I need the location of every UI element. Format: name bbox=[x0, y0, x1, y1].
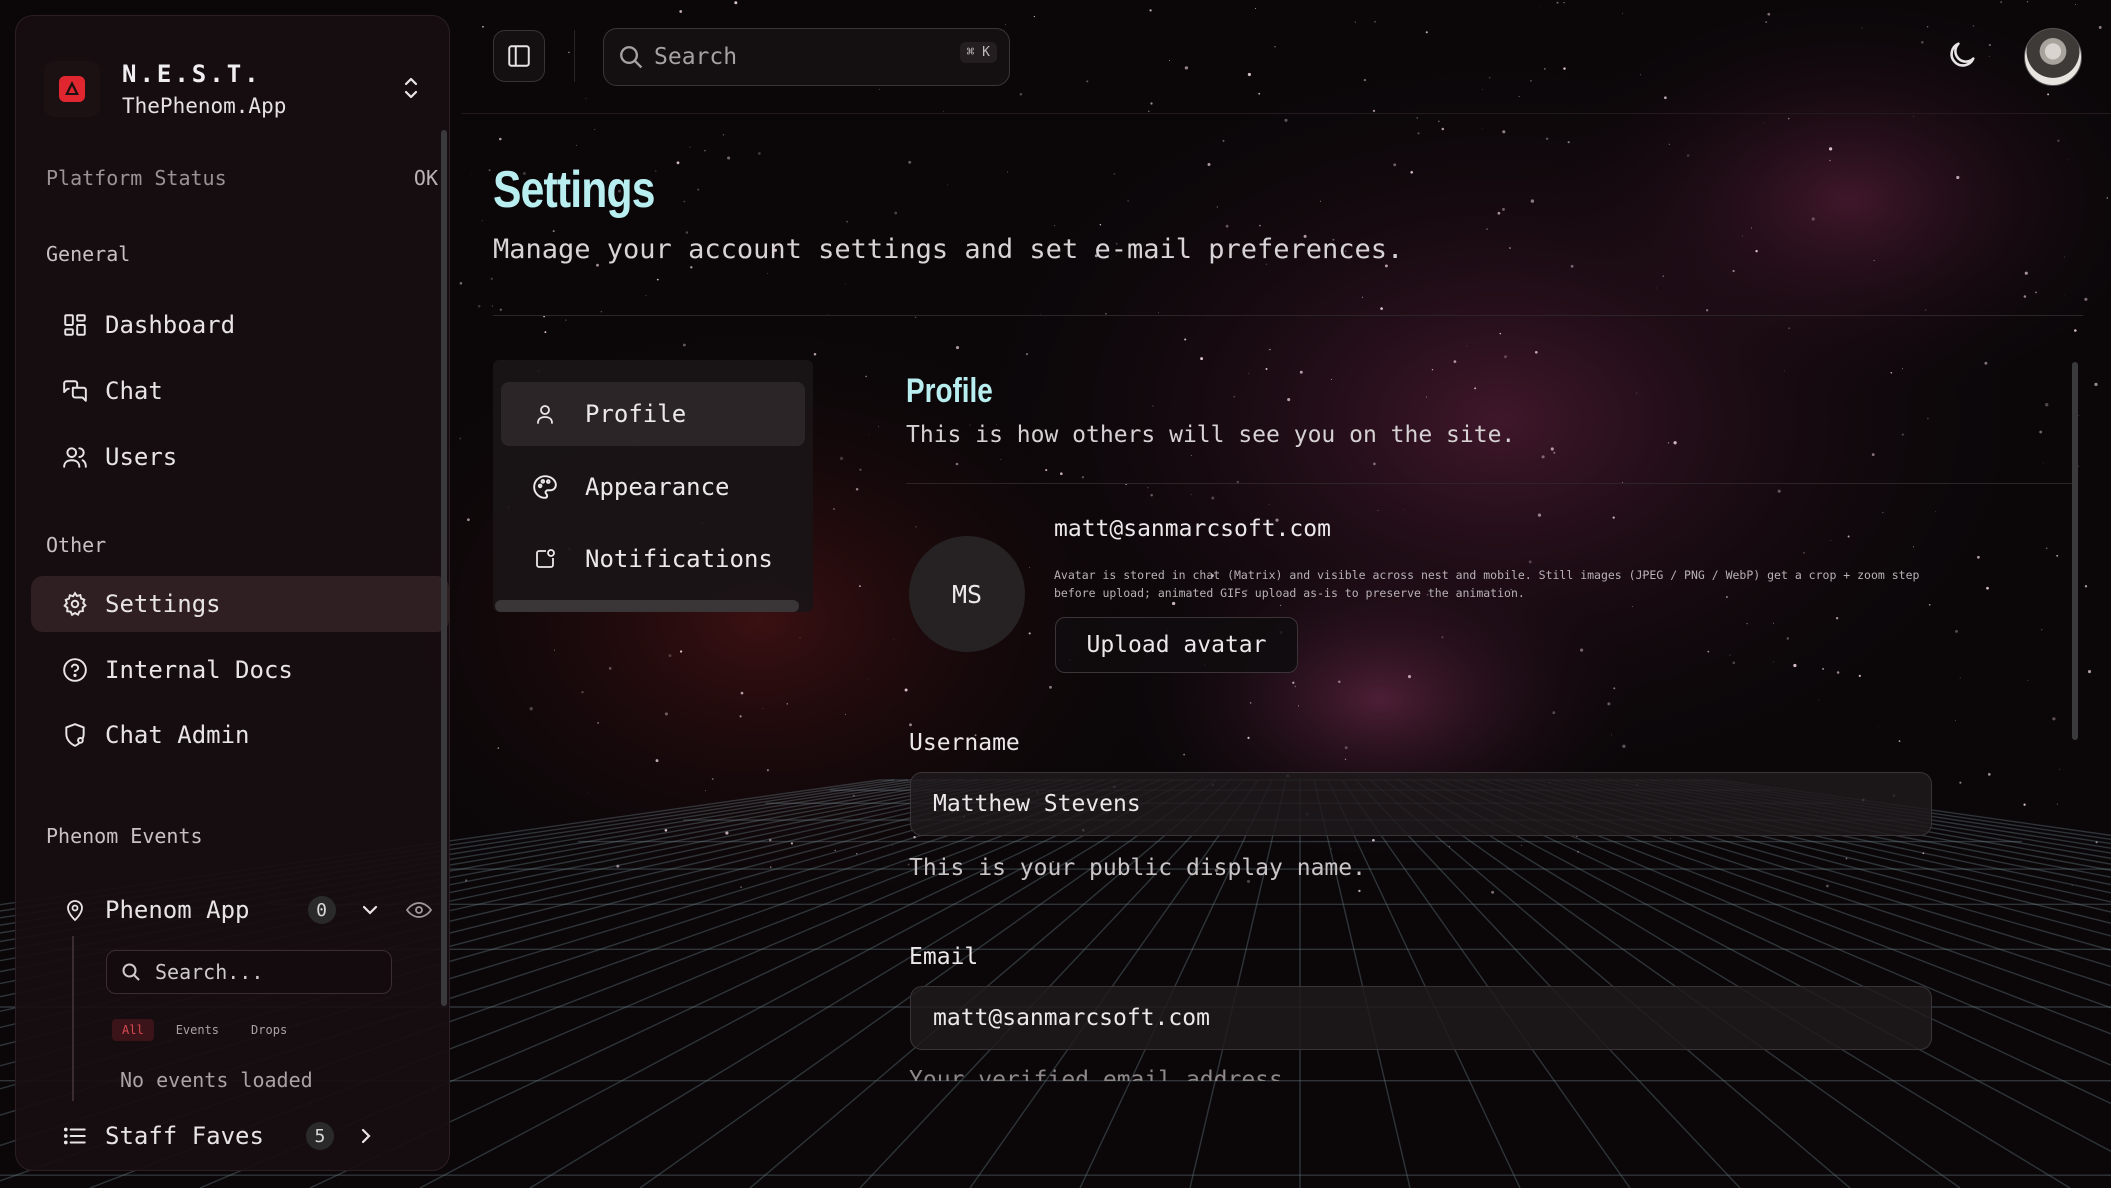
tree-guide-line bbox=[72, 936, 74, 1101]
profile-section-subtitle: This is how others will see you on the s… bbox=[906, 422, 1516, 448]
brand-text: N.E.S.T. ThePhenom.App bbox=[122, 60, 286, 118]
profile-email-display: matt@sanmarcsoft.com bbox=[1054, 516, 1331, 542]
filter-all[interactable]: All bbox=[112, 1019, 154, 1041]
email-value: matt@sanmarcsoft.com bbox=[933, 1005, 1210, 1031]
brand-logo-icon bbox=[44, 61, 100, 117]
sidebar-item-internal-docs[interactable]: Internal Docs bbox=[31, 642, 449, 698]
sidebar-item-label: Internal Docs bbox=[105, 656, 293, 684]
avatar-help-text: Avatar is stored in chat (Matrix) and vi… bbox=[1054, 568, 1920, 600]
sidebar-item-label: Users bbox=[105, 443, 178, 471]
nav-section-other: Other bbox=[46, 533, 107, 557]
map-pin-icon bbox=[61, 896, 89, 924]
settings-tab-profile[interactable]: Profile bbox=[501, 382, 805, 446]
brand-name: N.E.S.T. bbox=[122, 60, 262, 88]
gear-icon bbox=[61, 590, 89, 618]
topbar-bottom-border bbox=[462, 113, 2111, 114]
brand-subtitle: ThePhenom.App bbox=[122, 94, 287, 118]
settings-tab-label: Profile bbox=[585, 400, 687, 428]
events-count-badge: 0 bbox=[307, 896, 336, 924]
chevrons-up-down-icon bbox=[401, 74, 421, 106]
sidebar-item-label: Staff Faves bbox=[105, 1122, 264, 1150]
filter-drops[interactable]: Drops bbox=[241, 1019, 297, 1041]
sidebar-item-chat-admin[interactable]: Chat Admin bbox=[31, 707, 449, 763]
settings-tab-label: Appearance bbox=[585, 473, 730, 501]
content-scrollbar[interactable] bbox=[2072, 362, 2078, 740]
brand-switcher[interactable]: N.E.S.T. ThePhenom.App bbox=[44, 44, 439, 134]
settings-tab-notifications[interactable]: Notifications bbox=[501, 527, 805, 591]
global-search-input[interactable]: Search ⌘ K bbox=[603, 28, 1010, 86]
search-icon bbox=[618, 44, 644, 70]
users-icon bbox=[61, 443, 89, 471]
nav-section-general: General bbox=[46, 242, 131, 266]
chevron-right-icon bbox=[356, 1126, 376, 1146]
global-search-placeholder: Search bbox=[654, 44, 738, 70]
settings-tab-appearance[interactable]: Appearance bbox=[501, 455, 805, 519]
page-title: Settings bbox=[493, 161, 655, 219]
sidebar-item-users[interactable]: Users bbox=[31, 429, 449, 485]
sidebar-item-label: Chat bbox=[105, 377, 163, 405]
email-field[interactable]: matt@sanmarcsoft.com bbox=[910, 986, 1932, 1050]
chat-icon bbox=[61, 377, 89, 405]
moon-icon bbox=[1945, 38, 1979, 72]
settings-nav: Profile Appearance Notifications bbox=[493, 360, 813, 612]
header-divider bbox=[493, 315, 2083, 316]
app-root: N.E.S.T. ThePhenom.App Platform Status O… bbox=[0, 0, 2111, 1188]
topbar-divider bbox=[574, 30, 575, 82]
username-field[interactable]: Matthew Stevens bbox=[910, 772, 1932, 836]
palette-icon bbox=[531, 473, 559, 501]
no-events-message: No events loaded bbox=[120, 1068, 313, 1092]
user-avatar-menu[interactable] bbox=[2024, 28, 2082, 86]
nav-section-phenom-events: Phenom Events bbox=[46, 824, 203, 848]
email-hint: Your verified email address. bbox=[909, 1067, 1297, 1081]
email-label: Email bbox=[909, 944, 979, 970]
sidebar-toggle-button[interactable] bbox=[493, 30, 545, 82]
page-subtitle: Manage your account settings and set e-m… bbox=[493, 234, 1404, 265]
sidebar-item-chat[interactable]: Chat bbox=[31, 363, 449, 419]
events-group-phenom-app[interactable]: Phenom App 0 bbox=[31, 886, 449, 934]
platform-status-value: OK bbox=[413, 166, 438, 190]
platform-status-label: Platform Status bbox=[46, 166, 227, 190]
sidebar-scrollbar[interactable] bbox=[441, 130, 447, 1006]
filter-events[interactable]: Events bbox=[166, 1019, 229, 1041]
search-icon bbox=[121, 962, 141, 982]
settings-tab-label: Notifications bbox=[585, 545, 773, 573]
events-search-placeholder: Search... bbox=[155, 960, 264, 984]
chevron-down-icon[interactable] bbox=[360, 900, 380, 920]
username-value: Matthew Stevens bbox=[933, 791, 1141, 817]
events-search-input[interactable]: Search... bbox=[106, 950, 392, 994]
user-icon bbox=[531, 400, 559, 428]
events-group-label: Phenom App bbox=[105, 896, 250, 924]
eye-icon[interactable] bbox=[405, 900, 432, 920]
sidebar-item-label: Chat Admin bbox=[105, 721, 250, 749]
theme-toggle-button[interactable] bbox=[1945, 38, 1979, 72]
sidebar-item-label: Settings bbox=[105, 590, 221, 618]
events-filter-tabs: All Events Drops bbox=[112, 1019, 297, 1041]
staff-faves-count-badge: 5 bbox=[305, 1122, 334, 1150]
search-shortcut-hint: ⌘ K bbox=[959, 42, 997, 63]
help-circle-icon bbox=[61, 656, 89, 684]
sidebar: N.E.S.T. ThePhenom.App Platform Status O… bbox=[15, 15, 450, 1171]
sidebar-item-staff-faves[interactable]: Staff Faves 5 bbox=[31, 1112, 449, 1160]
username-label: Username bbox=[909, 730, 1020, 756]
username-hint: This is your public display name. bbox=[909, 855, 1366, 881]
panel-left-icon bbox=[506, 43, 532, 69]
settings-nav-scrollbar[interactable] bbox=[495, 600, 799, 612]
upload-avatar-button[interactable]: Upload avatar bbox=[1055, 617, 1298, 673]
platform-status: Platform Status OK bbox=[46, 166, 438, 190]
sidebar-item-label: Dashboard bbox=[105, 311, 236, 339]
profile-section-title: Profile bbox=[906, 372, 993, 410]
profile-section-divider bbox=[906, 483, 2074, 484]
sidebar-item-dashboard[interactable]: Dashboard bbox=[31, 297, 449, 353]
dashboard-icon bbox=[61, 311, 89, 339]
profile-avatar: MS bbox=[909, 536, 1025, 652]
list-icon bbox=[61, 1122, 89, 1150]
sidebar-item-settings[interactable]: Settings bbox=[31, 576, 449, 632]
shield-gear-icon bbox=[61, 721, 89, 749]
notification-icon bbox=[531, 545, 559, 573]
